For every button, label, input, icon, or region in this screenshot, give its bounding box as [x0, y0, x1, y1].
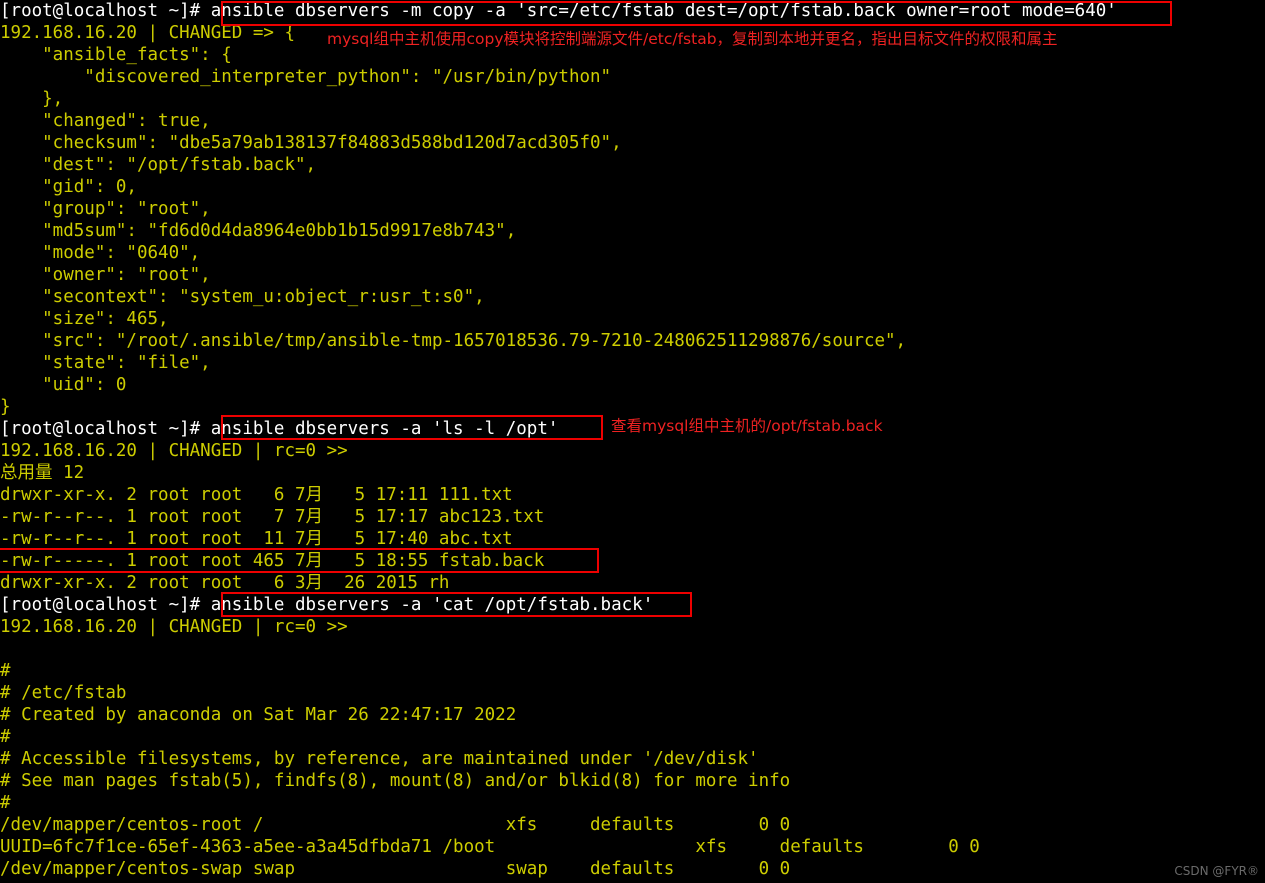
terminal-line-output: "gid": 0,	[0, 177, 137, 197]
terminal-line-output: #	[0, 793, 11, 813]
terminal-line-command: [root@localhost ~]# ansible dbservers -m…	[0, 0, 1265, 22]
terminal-output-area: [root@localhost ~]# ansible dbservers -m…	[0, 0, 1265, 880]
command-text: ansible dbservers -m copy -a 'src=/etc/f…	[210, 1, 1117, 21]
terminal-line-output: "src": "/root/.ansible/tmp/ansible-tmp-1…	[0, 331, 907, 351]
csdn-watermark: CSDN @FYR®	[1174, 864, 1259, 878]
terminal-line-output: # Accessible filesystems, by reference, …	[0, 749, 759, 769]
terminal-line-output: #	[0, 727, 11, 747]
terminal-line-output: },	[0, 89, 64, 109]
command-text: ansible dbservers -a 'cat /opt/fstab.bac…	[210, 595, 654, 615]
terminal-line-output: "dest": "/opt/fstab.back",	[0, 155, 317, 175]
terminal-line-output: "md5sum": "fd6d0d4da8964e0bb1b15d9917e8b…	[0, 221, 517, 241]
terminal-line-output: /dev/mapper/centos-root / xfs defaults 0…	[0, 815, 791, 835]
terminal-line-output: -rw-r--r--. 1 root root 11 7月 5 17:40 ab…	[0, 529, 513, 549]
terminal-line-output: "secontext": "system_u:object_r:usr_t:s0…	[0, 287, 485, 307]
terminal-line-output: "group": "root",	[0, 199, 211, 219]
terminal-line-output: -rw-r--r--. 1 root root 7 7月 5 17:17 abc…	[0, 507, 545, 527]
terminal-line-output: "checksum": "dbe5a79ab138137f84883d588bd…	[0, 133, 622, 153]
shell-prompt: [root@localhost ~]#	[0, 595, 211, 615]
terminal-line-output: 总用量 12	[0, 463, 85, 483]
terminal-line-output: 192.168.16.20 | CHANGED | rc=0 >>	[0, 617, 348, 637]
terminal-line-output: 192.168.16.20 | CHANGED | rc=0 >>	[0, 441, 348, 461]
terminal-line-output: # /etc/fstab	[0, 683, 127, 703]
terminal-line-output: "changed": true,	[0, 111, 211, 131]
terminal-line-output: # Created by anaconda on Sat Mar 26 22:4…	[0, 705, 517, 725]
terminal-line-output: UUID=6fc7f1ce-65ef-4363-a5ee-a3a45dfbda7…	[0, 837, 980, 857]
terminal-line-output: /dev/mapper/centos-swap swap swap defaul…	[0, 859, 791, 879]
terminal-line-output: drwxr-xr-x. 2 root root 6 3月 26 2015 rh	[0, 573, 450, 593]
terminal-line-output: "state": "file",	[0, 353, 211, 373]
terminal-line-output: # See man pages fstab(5), findfs(8), mou…	[0, 771, 791, 791]
shell-prompt: [root@localhost ~]#	[0, 419, 211, 439]
terminal-window[interactable]: [root@localhost ~]# ansible dbservers -m…	[0, 0, 1265, 883]
terminal-line-output: "mode": "0640",	[0, 243, 201, 263]
annotation-copy-module: mysql组中主机使用copy模块将控制端源文件/etc/fstab，复制到本地…	[327, 30, 1058, 48]
terminal-line-output: "discovered_interpreter_python": "/usr/b…	[0, 67, 612, 87]
terminal-line-output: }	[0, 397, 11, 417]
terminal-line-command: [root@localhost ~]# ansible dbservers -a…	[0, 594, 1265, 616]
terminal-line-output: drwxr-xr-x. 2 root root 6 7月 5 17:11 111…	[0, 485, 513, 505]
terminal-line-output: "size": 465,	[0, 309, 169, 329]
annotation-view-fstab: 查看mysql组中主机的/opt/fstab.back	[611, 417, 883, 435]
terminal-line-output: "uid": 0	[0, 375, 127, 395]
terminal-line-output: "owner": "root",	[0, 265, 211, 285]
terminal-line-output: -rw-r-----. 1 root root 465 7月 5 18:55 f…	[0, 551, 545, 571]
shell-prompt: [root@localhost ~]#	[0, 1, 211, 21]
terminal-line-output: #	[0, 661, 11, 681]
command-text: ansible dbservers -a 'ls -l /opt'	[210, 419, 559, 439]
